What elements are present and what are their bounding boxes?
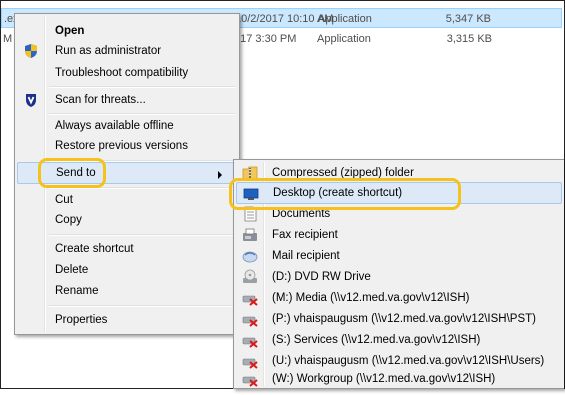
menu-item-open[interactable]: Open: [17, 20, 237, 42]
menu-item-label: Always available offline: [55, 120, 174, 132]
menu-item-restore-previous-versions[interactable]: Restore previous versions: [17, 135, 237, 157]
submenu-item-label: (W:) Workgroup (\\v12.med.va.gov\v12\ISH…: [272, 373, 496, 385]
submenu-item-label: Documents: [272, 208, 331, 220]
menu-item-label: Rename: [55, 285, 99, 297]
fax-icon: [242, 227, 258, 243]
menu-item-label: Cut: [55, 194, 73, 206]
file-type: Application: [318, 13, 372, 25]
submenu-item-label: (M:) Media (\\v12.med.va.gov\v12\ISH): [272, 292, 470, 304]
menu-item-label: Run as administrator: [55, 45, 162, 57]
menu-item-troubleshoot-compatibility[interactable]: Troubleshoot compatibility: [17, 62, 237, 84]
disconnected-network-drive-icon: [242, 311, 258, 327]
send-to-submenu: Compressed (zipped) folder Desktop (crea…: [233, 159, 564, 389]
menu-item-run-as-administrator[interactable]: Run as administrator: [17, 40, 237, 62]
submenu-item-label: (U:) vhaispaugusm (\\v12.med.va.gov\v12\…: [272, 355, 545, 367]
disconnected-network-drive-icon: [242, 332, 258, 348]
menu-item-label: Send to: [56, 167, 96, 179]
send-to-fax-recipient[interactable]: Fax recipient: [236, 224, 562, 246]
antivirus-shield-icon: [23, 92, 39, 108]
file-name: M: [3, 33, 13, 45]
submenu-item-label: Compressed (zipped) folder: [272, 167, 414, 179]
menu-item-label: Scan for threats...: [55, 94, 146, 106]
menu-item-label: Troubleshoot compatibility: [55, 67, 189, 79]
menu-item-label: Delete: [55, 264, 89, 276]
zip-folder-icon: [242, 165, 258, 181]
file-date: 017 3:30 PM: [234, 33, 297, 45]
disconnected-network-drive-icon: [242, 290, 258, 306]
documents-icon: [242, 206, 258, 222]
menu-item-always-available-offline[interactable]: Always available offline: [17, 115, 237, 137]
send-to-desktop[interactable]: Desktop (create shortcut): [236, 182, 562, 204]
menu-item-delete[interactable]: Delete: [17, 259, 237, 281]
send-to-documents[interactable]: Documents: [236, 203, 562, 225]
menu-item-create-shortcut[interactable]: Create shortcut: [17, 238, 237, 260]
menu-item-label: Open: [55, 25, 85, 37]
uac-shield-icon: [23, 43, 39, 59]
menu-item-cut[interactable]: Cut: [17, 189, 237, 211]
disconnected-network-drive-icon: [242, 353, 258, 369]
send-to-services-drive[interactable]: (S:) Services (\\v12.med.va.gov\v12\ISH): [236, 329, 562, 351]
menu-separator: [49, 234, 235, 236]
dvd-drive-icon: [242, 269, 258, 285]
menu-item-properties[interactable]: Properties: [17, 309, 237, 331]
submenu-item-label: Desktop (create shortcut): [273, 187, 403, 199]
file-type: Application: [317, 33, 371, 45]
submenu-arrow-icon: [218, 171, 222, 179]
disconnected-network-drive-icon: [242, 371, 258, 387]
menu-item-label: Create shortcut: [55, 243, 134, 255]
send-to-compressed-folder[interactable]: Compressed (zipped) folder: [236, 162, 562, 184]
send-to-mail-recipient[interactable]: Mail recipient: [236, 245, 562, 267]
send-to-pst-drive[interactable]: (P:) vhaispaugusm (\\v12.med.va.gov\v12\…: [236, 308, 562, 330]
send-to-media-drive[interactable]: (M:) Media (\\v12.med.va.gov\v12\ISH): [236, 287, 562, 309]
context-menu: Open Run as administrator Troubleshoot c…: [14, 13, 240, 335]
menu-item-scan-for-threats[interactable]: Scan for threats...: [17, 89, 237, 111]
submenu-item-label: Fax recipient: [272, 229, 338, 241]
send-to-workgroup-drive[interactable]: (W:) Workgroup (\\v12.med.va.gov\v12\ISH…: [236, 368, 562, 390]
submenu-item-label: (S:) Services (\\v12.med.va.gov\v12\ISH): [272, 334, 481, 346]
menu-item-label: Properties: [55, 314, 108, 326]
file-size: 5,347 KB: [445, 13, 491, 25]
menu-item-send-to[interactable]: Send to: [17, 162, 237, 184]
menu-item-rename[interactable]: Rename: [17, 280, 237, 302]
desktop-icon: [243, 186, 259, 202]
menu-item-label: Copy: [55, 214, 82, 226]
send-to-dvd-drive[interactable]: (D:) DVD RW Drive: [236, 266, 562, 288]
submenu-item-label: (D:) DVD RW Drive: [272, 271, 371, 283]
submenu-item-label: Mail recipient: [272, 250, 340, 262]
menu-separator: [49, 86, 235, 88]
menu-item-copy[interactable]: Copy: [17, 209, 237, 231]
file-size: 3,315 KB: [446, 33, 492, 45]
menu-separator: [49, 305, 235, 307]
mail-icon: [242, 248, 258, 264]
submenu-item-label: (P:) vhaispaugusm (\\v12.med.va.gov\v12\…: [272, 313, 536, 325]
menu-item-label: Restore previous versions: [55, 140, 188, 152]
